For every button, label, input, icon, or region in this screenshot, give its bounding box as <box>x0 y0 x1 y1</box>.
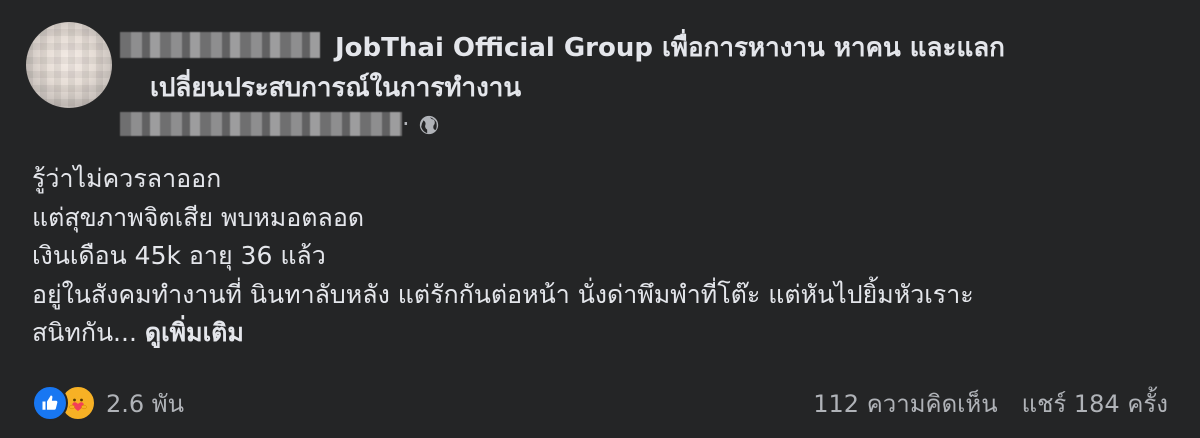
share-count[interactable]: แชร์ 184 ครั้ง <box>1022 384 1168 423</box>
engagement-stats: 112 ความคิดเห็น แชร์ 184 ครั้ง <box>813 386 1168 420</box>
post-text-line: อยู่ในสังคมทำงานที่ นินทาลับหลัง แต่รักก… <box>32 279 974 309</box>
author-name-blurred[interactable] <box>120 32 320 58</box>
like-icon <box>32 385 68 421</box>
post-text-line: เงินเดือน 45k อายุ 36 แล้ว <box>32 241 326 270</box>
globe-icon[interactable] <box>418 114 440 136</box>
avatar-pixelation <box>26 22 112 108</box>
post-text-truncated: สนิทกัน... <box>32 318 137 347</box>
reactions-summary[interactable]: 2.6 พัน <box>32 384 184 423</box>
post-timestamp-blurred[interactable] <box>120 112 402 136</box>
group-name-line2[interactable]: เปลี่ยนประสบการณ์ในการทำงาน <box>150 68 1095 108</box>
group-name-link[interactable]: JobThai Official Group เพื่อการหางาน หาค… <box>150 28 1095 108</box>
post-body: รู้ว่าไม่ควรลาออก แต่สุขภาพจิตเสีย พบหมอ… <box>32 160 1182 353</box>
group-name-line1[interactable]: JobThai Official Group เพื่อการหางาน หาค… <box>335 33 1005 63</box>
author-avatar-blurred[interactable] <box>26 22 112 108</box>
post-text-line: รู้ว่าไม่ควรลาออก <box>32 164 222 193</box>
facebook-post: JobThai Official Group เพื่อการหางาน หาค… <box>0 0 1200 438</box>
comment-count[interactable]: 112 ความคิดเห็น <box>813 384 997 423</box>
post-text-line-last: สนิทกัน... ดูเพิ่มเติม <box>32 314 1182 353</box>
see-more-link[interactable]: ดูเพิ่มเติม <box>145 318 244 347</box>
post-text-line: แต่สุขภาพจิตเสีย พบหมอตลอด <box>32 202 365 232</box>
meta-separator: · <box>402 110 410 138</box>
reaction-count[interactable]: 2.6 พัน <box>106 384 184 423</box>
